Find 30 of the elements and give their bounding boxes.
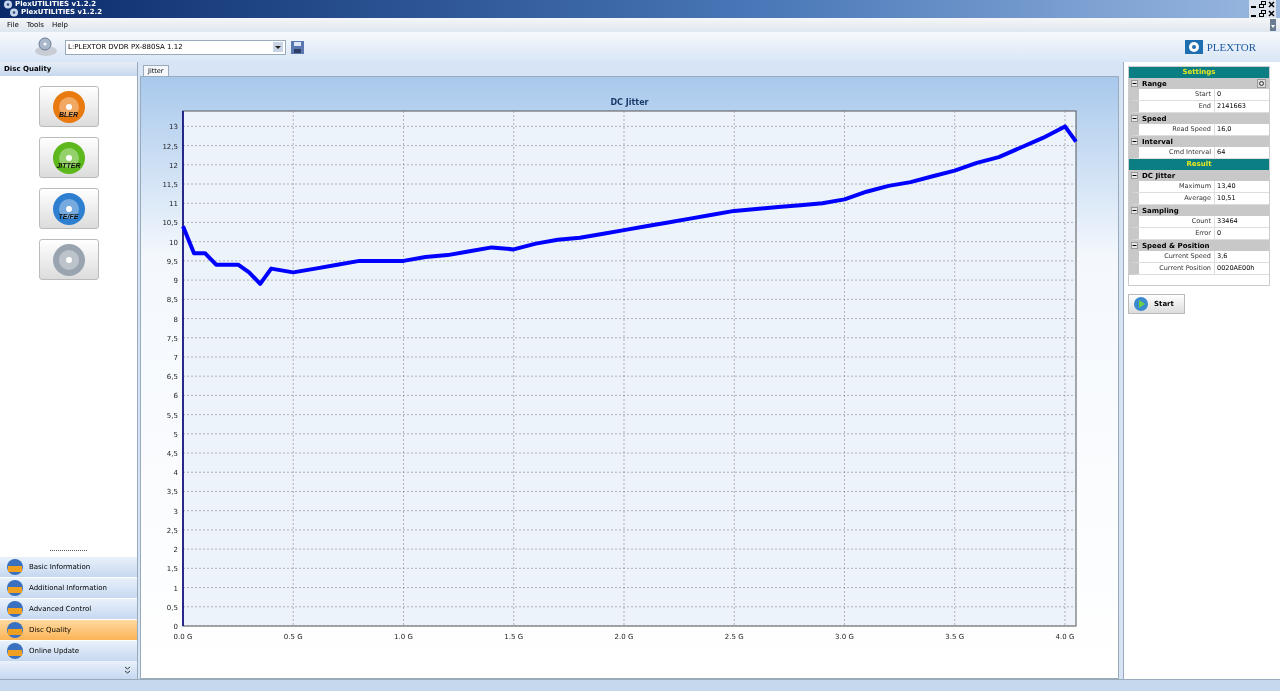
chart-title: DC Jitter [610,98,649,107]
restore-icon[interactable] [1258,9,1267,18]
logo-text: PLEXTOR [1206,41,1256,53]
disc-icon [51,242,86,277]
minimize-icon[interactable] [1249,9,1258,18]
collapse-icon[interactable] [1131,207,1138,214]
save-icon[interactable] [291,40,304,54]
disc-icon [51,89,86,124]
collapse-icon[interactable] [1131,172,1138,179]
nav-icon [4,557,26,577]
collapse-icon[interactable] [1131,115,1138,122]
restore-icon[interactable] [1258,0,1267,9]
collapse-icon[interactable] [1131,242,1138,249]
close-icon[interactable] [1267,0,1276,9]
nav-icon [4,599,26,619]
close-icon[interactable] [1267,9,1276,18]
nav-icon [4,578,26,598]
disc-icon [51,140,86,175]
disc-icon [51,191,86,226]
drive-icon [34,37,58,57]
minimize-icon[interactable] [1249,0,1258,9]
play-icon [1133,296,1149,312]
collapse-icon[interactable] [1131,80,1138,87]
overflow-icon[interactable] [1270,19,1276,31]
reset-icon[interactable] [1257,79,1266,88]
nav-icon [4,620,26,640]
expand-icon[interactable] [124,665,131,675]
collapse-icon[interactable] [1131,138,1138,145]
nav-icon [4,641,26,661]
logo-icon [1182,38,1205,56]
